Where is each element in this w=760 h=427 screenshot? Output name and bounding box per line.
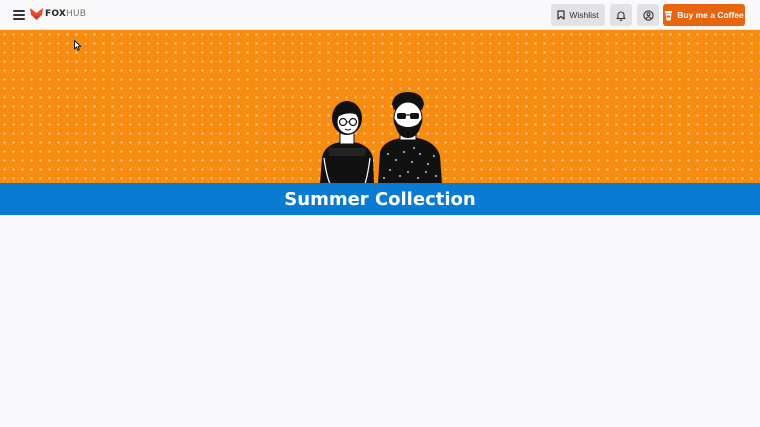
hero-banner-image	[0, 30, 760, 183]
logo-text: FOXHUB	[45, 9, 87, 19]
wishlist-label: Wishlist	[569, 10, 599, 20]
bell-icon	[616, 11, 626, 21]
top-navigation-bar: FOXHUB Wishlist Buy me a Coffee	[0, 0, 760, 30]
coffee-label: Buy me a Coffee	[677, 10, 744, 20]
site-logo[interactable]: FOXHUB	[30, 8, 86, 20]
account-button[interactable]	[637, 4, 659, 26]
user-circle-icon	[642, 9, 654, 21]
hamburger-menu-icon[interactable]	[13, 10, 25, 20]
fox-icon	[30, 8, 43, 20]
mouse-cursor-icon	[74, 40, 82, 51]
notifications-button[interactable]	[610, 4, 632, 26]
buy-me-a-coffee-button[interactable]: Buy me a Coffee	[663, 4, 745, 26]
coffee-cup-icon	[665, 10, 673, 20]
couple-illustration	[320, 92, 442, 183]
wishlist-button[interactable]: Wishlist	[551, 4, 605, 26]
page-title: Summer Collection	[284, 188, 476, 210]
collection-title-banner: Summer Collection	[0, 183, 760, 215]
bookmark-icon	[557, 10, 565, 20]
